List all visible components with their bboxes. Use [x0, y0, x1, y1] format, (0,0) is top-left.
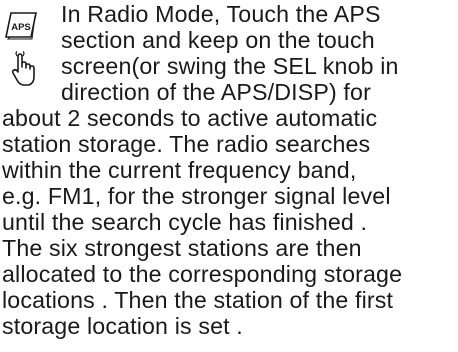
text-line-10: The six strongest stations are then: [2, 235, 362, 261]
text-line-2: section and keep on the touch: [61, 27, 375, 53]
text-line-1: In Radio Mode, Touch the APS: [61, 1, 381, 27]
text-line-5: about 2 seconds to active automatic: [2, 105, 378, 131]
text-line-9: until the search cycle has finished .: [2, 209, 368, 235]
text-line-13: storage location is set .: [2, 313, 243, 339]
text-line-3: screen(or swing the SEL knob in: [61, 53, 399, 79]
instruction-page: APS In Radio Mode, Touch the APS section…: [0, 0, 458, 352]
text-line-8: e.g. FM1, for the stronger signal level: [2, 183, 391, 209]
instruction-text: In Radio Mode, Touch the APS section and…: [0, 0, 458, 352]
text-line-6: station storage. The radio searches: [2, 131, 371, 157]
text-line-11: allocated to the corresponding storage: [2, 261, 403, 287]
text-line-7: within the current frequency band,: [2, 157, 357, 183]
text-line-4: direction of the APS/DISP) for: [61, 79, 371, 105]
text-line-12: locations . Then the station of the firs…: [2, 287, 394, 313]
